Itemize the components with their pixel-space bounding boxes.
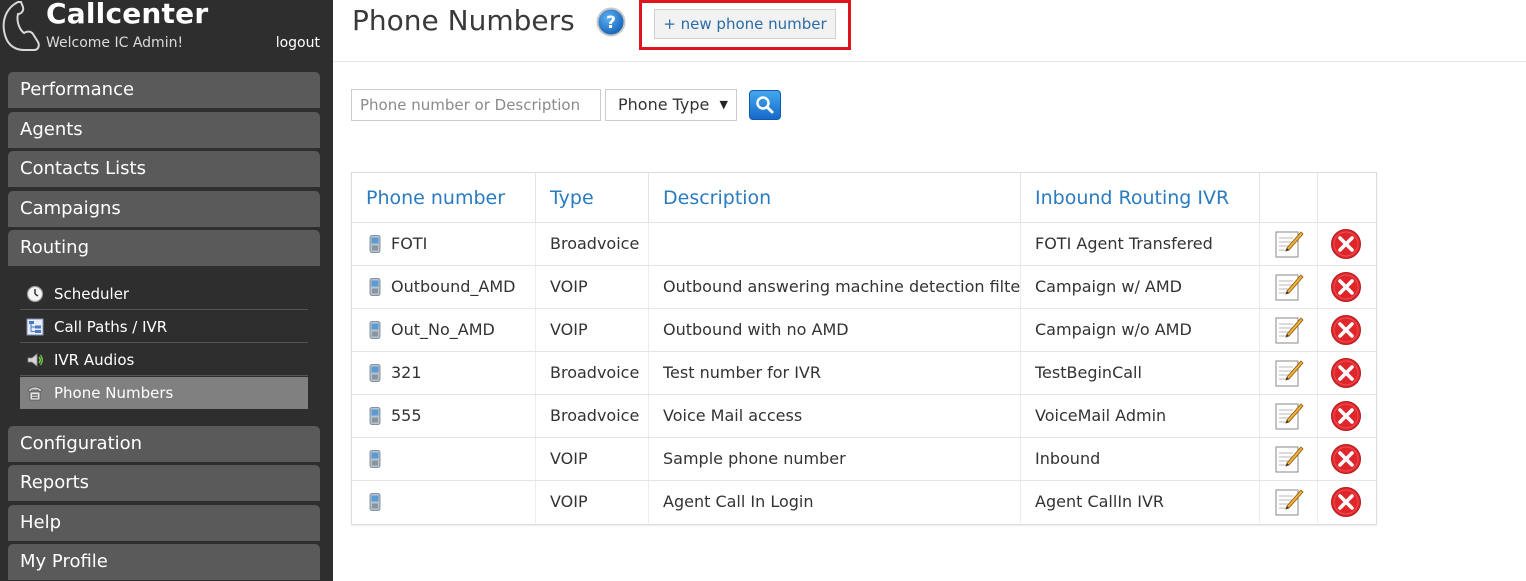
table-row: VOIP Sample phone number Inbound xyxy=(352,437,1376,480)
header-type[interactable]: Type xyxy=(536,173,649,223)
welcome-text: Welcome IC Admin! xyxy=(46,35,184,51)
type-cell: Broadvoice xyxy=(536,395,649,437)
mobile-phone-icon xyxy=(369,493,381,511)
edit-icon[interactable] xyxy=(1274,487,1304,517)
table-row: FOTI Broadvoice FOTI Agent Transfered xyxy=(352,222,1376,265)
header-inbound-routing-ivr[interactable]: Inbound Routing IVR xyxy=(1021,173,1260,223)
submenu-ivr-audios[interactable]: IVR Audios xyxy=(20,344,308,376)
description-cell: Outbound answering machine detection fil… xyxy=(649,266,1021,308)
nav-my-profile[interactable]: My Profile xyxy=(8,544,320,580)
description-cell: Outbound with no AMD xyxy=(649,309,1021,351)
call-path-icon xyxy=(26,318,44,336)
ivr-cell: Campaign w/ AMD xyxy=(1021,266,1260,308)
search-button[interactable] xyxy=(749,90,781,120)
routing-submenu: Scheduler Call Paths / IVR IVR Audios Ph… xyxy=(8,267,320,423)
mobile-phone-icon xyxy=(369,235,381,253)
type-cell: Broadvoice xyxy=(536,223,649,265)
help-icon[interactable]: ? xyxy=(596,7,626,37)
submenu-phone-numbers[interactable]: Phone Numbers xyxy=(20,377,308,409)
submenu-call-paths[interactable]: Call Paths / IVR xyxy=(20,311,308,343)
table-row: 555 Broadvoice Voice Mail access VoiceMail … xyxy=(352,394,1376,437)
edit-icon[interactable] xyxy=(1274,229,1304,259)
search-input[interactable] xyxy=(351,89,601,121)
logout-link[interactable]: logout xyxy=(276,35,320,51)
nav-reports[interactable]: Reports xyxy=(8,465,320,501)
telephone-icon xyxy=(27,386,43,401)
delete-icon[interactable] xyxy=(1330,314,1362,346)
new-phone-number-button[interactable]: + new phone number xyxy=(654,9,836,39)
type-cell: VOIP xyxy=(536,438,649,480)
nav-agents[interactable]: Agents xyxy=(8,112,320,148)
delete-icon[interactable] xyxy=(1330,271,1362,303)
mobile-phone-icon xyxy=(369,407,381,425)
description-cell: Voice Mail access xyxy=(649,395,1021,437)
submenu-scheduler-label: Scheduler xyxy=(54,285,130,303)
submenu-scheduler[interactable]: Scheduler xyxy=(20,278,308,310)
page-title: Phone Numbers xyxy=(352,4,575,37)
mobile-phone-icon xyxy=(369,364,381,382)
nav-contacts-lists[interactable]: Contacts Lists xyxy=(8,151,320,187)
nav-routing[interactable]: Routing xyxy=(8,230,320,266)
header-edit-column xyxy=(1260,173,1318,223)
header-phone-number[interactable]: Phone number xyxy=(352,173,536,223)
description-cell xyxy=(649,223,1021,265)
ivr-cell: Inbound xyxy=(1021,438,1260,480)
ivr-cell: Agent CallIn IVR xyxy=(1021,481,1260,523)
table-row: Out_No_AMD VOIP Outbound with no AMD Campai… xyxy=(352,308,1376,351)
ivr-cell: FOTI Agent Transfered xyxy=(1021,223,1260,265)
edit-icon[interactable] xyxy=(1274,315,1304,345)
ivr-cell: TestBeginCall xyxy=(1021,352,1260,394)
phone-handset-logo-icon xyxy=(2,0,40,51)
type-cell: VOIP xyxy=(536,481,649,523)
nav-configuration[interactable]: Configuration xyxy=(8,426,320,462)
delete-icon[interactable] xyxy=(1330,443,1362,475)
ivr-cell: VoiceMail Admin xyxy=(1021,395,1260,437)
edit-icon[interactable] xyxy=(1274,444,1304,474)
main-content: Phone Numbers ? + new phone number Phone… xyxy=(333,0,1526,581)
delete-icon[interactable] xyxy=(1330,400,1362,432)
phone-type-select[interactable]: Phone Type ▼ xyxy=(605,89,737,121)
clock-icon xyxy=(26,285,44,303)
table-row: Outbound_AMD VOIP Outbound answering machi… xyxy=(352,265,1376,308)
mobile-phone-icon xyxy=(369,278,381,296)
edit-icon[interactable] xyxy=(1274,272,1304,302)
description-cell: Test number for IVR xyxy=(649,352,1021,394)
description-cell: Agent Call In Login xyxy=(649,481,1021,523)
new-phone-number-highlight: + new phone number xyxy=(639,0,851,50)
brand-area: Callcenter Welcome IC Admin! logout xyxy=(0,0,333,62)
page-header: Phone Numbers ? + new phone number xyxy=(333,0,1526,62)
mobile-phone-icon xyxy=(369,450,381,468)
phone-numbers-table: Phone number Type Description Inbound Ro… xyxy=(351,172,1377,525)
table-row: 321 Broadvoice Test number for IVR TestBegi… xyxy=(352,351,1376,394)
delete-icon[interactable] xyxy=(1330,486,1362,518)
svg-text:?: ? xyxy=(606,13,616,33)
type-cell: Broadvoice xyxy=(536,352,649,394)
chevron-down-icon: ▼ xyxy=(719,98,728,111)
speaker-icon xyxy=(27,353,43,367)
nav-help[interactable]: Help xyxy=(8,505,320,541)
description-cell: Sample phone number xyxy=(649,438,1021,480)
submenu-call-paths-label: Call Paths / IVR xyxy=(54,318,168,336)
type-cell: VOIP xyxy=(536,266,649,308)
delete-icon[interactable] xyxy=(1330,228,1362,260)
edit-icon[interactable] xyxy=(1274,358,1304,388)
submenu-phone-numbers-label: Phone Numbers xyxy=(54,384,174,402)
type-cell: VOIP xyxy=(536,309,649,351)
ivr-cell: Campaign w/o AMD xyxy=(1021,309,1260,351)
sidebar: Callcenter Welcome IC Admin! logout Perf… xyxy=(0,0,333,581)
header-delete-column xyxy=(1318,173,1376,223)
edit-icon[interactable] xyxy=(1274,401,1304,431)
mobile-phone-icon xyxy=(369,321,381,339)
nav-performance[interactable]: Performance xyxy=(8,72,320,108)
table-row: VOIP Agent Call In Login Agent CallIn IVR xyxy=(352,480,1376,523)
phone-type-select-value: Phone Type xyxy=(618,95,710,114)
app-title: Callcenter xyxy=(46,0,209,30)
delete-icon[interactable] xyxy=(1330,357,1362,389)
header-description[interactable]: Description xyxy=(649,173,1021,223)
nav-campaigns[interactable]: Campaigns xyxy=(8,191,320,227)
submenu-ivr-audios-label: IVR Audios xyxy=(54,351,135,369)
search-icon xyxy=(756,96,774,114)
